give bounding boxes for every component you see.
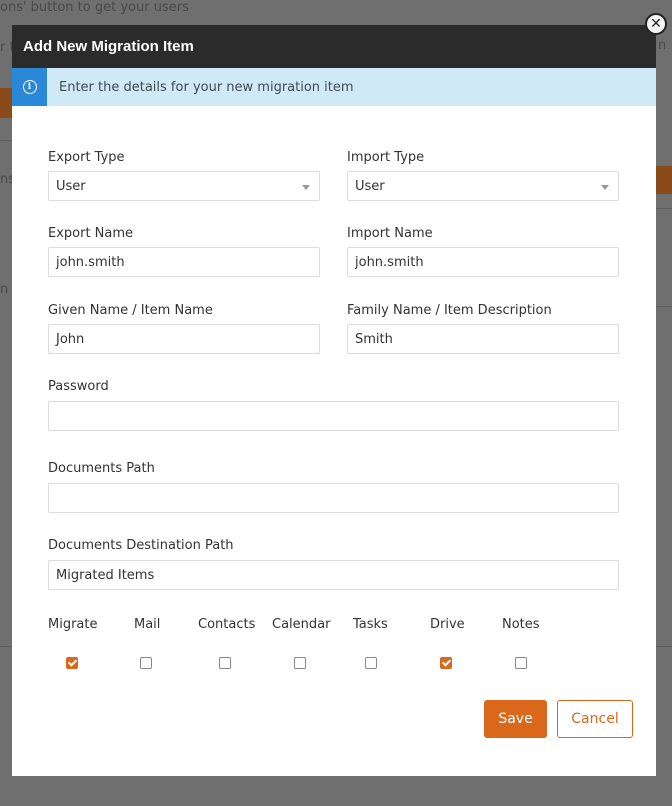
- dialog-header: Add New Migration Item: [12, 25, 656, 68]
- info-icon: i: [22, 80, 37, 94]
- notes-label: Notes: [502, 617, 540, 632]
- mail-checkbox[interactable]: [140, 657, 152, 669]
- tasks-label: Tasks: [353, 617, 388, 632]
- import-type-value: User: [355, 178, 385, 194]
- password-label: Password: [48, 379, 109, 394]
- cancel-button[interactable]: Cancel: [557, 700, 633, 738]
- chevron-down-icon: [302, 185, 310, 190]
- background-divider: [656, 646, 672, 647]
- info-banner: i Enter the details for your new migrati…: [12, 68, 656, 106]
- mail-label: Mail: [134, 617, 161, 632]
- notes-checkbox[interactable]: [515, 657, 527, 669]
- export-type-label: Export Type: [48, 150, 125, 165]
- family-name-label: Family Name / Item Description: [347, 303, 552, 318]
- contacts-checkbox[interactable]: [219, 657, 231, 669]
- export-type-value: User: [56, 178, 86, 194]
- family-name-value: Smith: [355, 331, 393, 347]
- add-migration-item-dialog: Add New Migration Item i Enter the detai…: [12, 25, 656, 776]
- background-orange-button-right: [656, 166, 672, 194]
- background-orange-button: [0, 88, 12, 118]
- given-name-input[interactable]: John: [48, 324, 320, 354]
- export-type-select[interactable]: User: [48, 171, 320, 201]
- dialog-title: Add New Migration Item: [23, 38, 194, 55]
- import-name-label: Import Name: [347, 226, 433, 241]
- given-name-value: John: [56, 331, 85, 347]
- family-name-input[interactable]: Smith: [347, 324, 619, 354]
- calendar-checkbox[interactable]: [294, 657, 306, 669]
- given-name-label: Given Name / Item Name: [48, 303, 213, 318]
- background-fragment: n: [658, 38, 667, 53]
- import-name-value: john.smith: [355, 254, 424, 270]
- background-divider: [0, 140, 12, 141]
- import-name-input[interactable]: john.smith: [347, 247, 619, 277]
- drive-label: Drive: [430, 617, 465, 632]
- contacts-label: Contacts: [198, 617, 256, 632]
- migrate-label: Migrate: [48, 617, 98, 632]
- tasks-checkbox[interactable]: [365, 657, 377, 669]
- migrate-checkbox[interactable]: [66, 657, 78, 669]
- documents-destination-path-value: Migrated Items: [56, 567, 155, 583]
- info-icon-container: i: [12, 68, 47, 106]
- export-name-label: Export Name: [48, 226, 134, 241]
- export-name-value: john.smith: [56, 254, 125, 270]
- documents-destination-path-input[interactable]: Migrated Items: [48, 560, 619, 590]
- import-type-label: Import Type: [347, 150, 425, 165]
- password-input[interactable]: [48, 401, 619, 431]
- calendar-label: Calendar: [272, 617, 331, 632]
- export-name-input[interactable]: john.smith: [48, 247, 320, 277]
- documents-path-label: Documents Path: [48, 461, 155, 476]
- background-fragment: n: [0, 282, 9, 297]
- import-type-select[interactable]: User: [347, 171, 619, 201]
- drive-checkbox[interactable]: [440, 657, 452, 669]
- info-text: Enter the details for your new migration…: [59, 79, 354, 95]
- background-divider: [0, 646, 12, 647]
- chevron-down-icon: [601, 185, 609, 190]
- background-hint-text: ons' button to get your users: [0, 0, 189, 15]
- save-button[interactable]: Save: [484, 700, 547, 738]
- background-divider: [656, 306, 672, 307]
- background-divider: [656, 208, 672, 209]
- close-icon[interactable]: ✕: [645, 13, 667, 35]
- documents-destination-path-label: Documents Destination Path: [48, 538, 234, 553]
- documents-path-input[interactable]: [48, 483, 619, 513]
